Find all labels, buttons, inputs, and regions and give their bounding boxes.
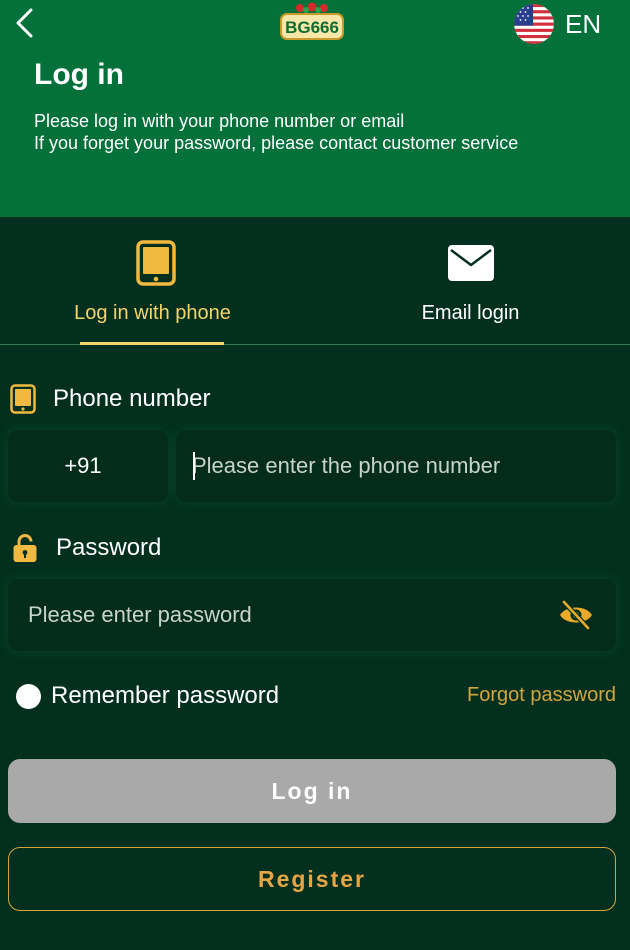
phone-input[interactable] (176, 430, 616, 502)
envelope-icon (447, 245, 494, 281)
header: BG666 EN Log in Please log in with your … (0, 0, 630, 217)
brand-logo: BG666 (280, 2, 344, 40)
chevron-left-icon (16, 8, 33, 38)
page-subtitle: Please log in with your phone number or … (34, 110, 518, 154)
tab-phone-login[interactable]: Log in with phone (0, 217, 315, 345)
password-label: Password (12, 532, 161, 564)
page-title: Log in (34, 58, 124, 91)
password-input[interactable] (8, 579, 616, 651)
text-cursor (193, 452, 195, 480)
phone-number-label: Phone number (10, 383, 210, 415)
tab-email-login[interactable]: Email login (315, 217, 630, 344)
forgot-password-link[interactable]: Forgot password (467, 684, 616, 707)
remember-password-label: Remember password (51, 682, 280, 709)
remember-radio[interactable] (16, 683, 41, 709)
toggle-password-visibility-button[interactable] (558, 598, 594, 632)
country-code-value: +91 (64, 453, 102, 478)
password-input-wrapper (8, 579, 616, 651)
back-button[interactable] (10, 6, 40, 40)
tab-email-label: Email login (421, 302, 520, 324)
subtitle-line: Please log in with your phone number or … (34, 111, 405, 131)
us-flag-icon (514, 4, 554, 44)
lock-icon (13, 534, 37, 562)
language-selector[interactable]: EN (514, 4, 601, 44)
subtitle-line: If you forget your password, please cont… (34, 133, 519, 153)
phone-icon (10, 384, 36, 414)
phone-input-wrapper (176, 430, 616, 502)
remember-password-checkbox[interactable]: Remember password (16, 681, 279, 711)
register-button[interactable]: Register (8, 847, 616, 911)
tab-phone-label: Log in with phone (74, 302, 231, 324)
phone-icon (135, 240, 176, 286)
active-tab-indicator (80, 342, 224, 345)
password-label-text: Password (56, 534, 162, 561)
svg-text:BG666: BG666 (285, 18, 339, 37)
login-button[interactable]: Log in (8, 759, 616, 823)
eye-slash-icon (560, 599, 592, 631)
country-code-selector[interactable]: +91 (8, 430, 168, 502)
login-tabs: Log in with phone Email login (0, 217, 630, 345)
phone-number-label-text: Phone number (53, 385, 211, 412)
language-label: EN (565, 8, 602, 39)
